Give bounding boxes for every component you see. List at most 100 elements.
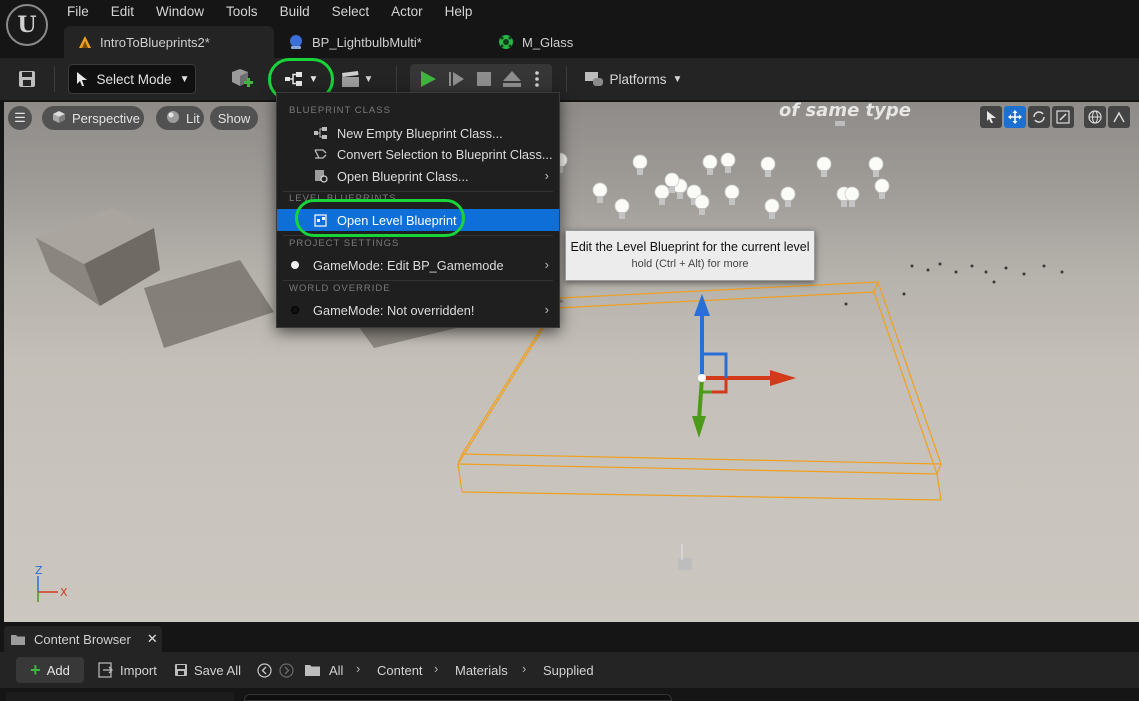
perspective-dropdown[interactable]: Perspective <box>42 106 144 130</box>
clapperboard-icon <box>341 71 359 87</box>
toolbar-divider <box>396 66 397 92</box>
material-icon <box>499 35 513 49</box>
tab-bp-lightbulbmulti[interactable]: BP_LightbulbMulti* <box>274 26 484 58</box>
surface-snapping-button[interactable] <box>1108 106 1130 128</box>
breadcrumb-all[interactable]: All <box>329 657 343 683</box>
save-all-label: Save All <box>194 662 241 678</box>
menu-help[interactable]: Help <box>434 0 484 24</box>
cursor-icon <box>76 72 87 86</box>
world-local-toggle[interactable] <box>1084 106 1106 128</box>
toolbar-divider <box>566 66 567 92</box>
menu-build[interactable]: Build <box>269 0 321 24</box>
search-input[interactable] <box>244 694 672 701</box>
viewport-options-button[interactable]: ☰ <box>8 106 32 130</box>
breadcrumb-materials[interactable]: Materials <box>455 657 508 683</box>
cursor-icon <box>987 111 996 123</box>
menu-select[interactable]: Select <box>321 0 381 24</box>
save-icon <box>175 664 187 676</box>
select-mode-dropdown[interactable]: Select Mode ▼ <box>68 64 196 94</box>
menu-item-convert-selection[interactable]: Convert Selection to Blueprint Class... <box>277 143 559 165</box>
menu-actor[interactable]: Actor <box>380 0 434 24</box>
platforms-label: Platforms <box>609 71 667 87</box>
platforms-dropdown[interactable]: Platforms ▼ <box>578 64 688 94</box>
lightbulb <box>702 154 718 175</box>
unreal-logo-icon[interactable]: U <box>6 4 48 46</box>
blueprint-icon <box>290 35 302 49</box>
tab-m-glass[interactable]: M_Glass <box>484 26 587 58</box>
history-forward-button[interactable] <box>279 657 294 683</box>
tooltip-title: Edit the Level Blueprint for the current… <box>570 240 810 254</box>
close-icon[interactable]: ✕ <box>147 631 158 647</box>
lightbulb <box>844 186 860 207</box>
open-blueprint-icon <box>313 168 329 184</box>
lit-dropdown[interactable]: Lit <box>156 106 204 130</box>
menu-item-open-blueprint-class[interactable]: Open Blueprint Class... › <box>277 165 559 187</box>
level-viewport[interactable]: Z X ☰ Perspective Lit Show of same type <box>4 102 1139 622</box>
select-tool-button[interactable] <box>980 106 1002 128</box>
tab-label: M_Glass <box>522 34 574 50</box>
add-button[interactable]: + Add <box>16 657 84 683</box>
history-back-button[interactable] <box>257 657 272 683</box>
breadcrumb-content[interactable]: Content <box>377 657 423 683</box>
transform-tools <box>980 106 1130 130</box>
svg-text:X: X <box>60 586 68 599</box>
section-project-settings: PROJECT SETTINGS <box>289 238 400 249</box>
main-toolbar: Select Mode ▼ ▼ ▼ Platforms ▼ <box>0 58 1139 101</box>
more-options-icon[interactable] <box>534 69 540 92</box>
translate-tool-button[interactable] <box>1004 106 1026 128</box>
tab-introtoblueprints2[interactable]: IntroToBlueprints2* <box>64 26 274 58</box>
scene-note-text: of same type <box>779 102 911 121</box>
svg-text:Z: Z <box>35 564 43 577</box>
lightbulb <box>868 156 884 177</box>
menu-item-open-level-blueprint[interactable]: Open Level Blueprint <box>277 209 559 231</box>
rotate-tool-button[interactable] <box>1028 106 1050 128</box>
chevron-down-icon: ▼ <box>363 73 374 85</box>
lightbulb <box>724 184 740 205</box>
bullet-icon <box>291 306 299 314</box>
lightbulb <box>614 198 630 219</box>
play-icon[interactable] <box>418 69 438 92</box>
cinematics-button[interactable]: ▼ <box>336 64 378 94</box>
menu-item-new-empty-blueprint[interactable]: New Empty Blueprint Class... <box>277 122 559 144</box>
perspective-label: Perspective <box>72 110 140 126</box>
menu-edit[interactable]: Edit <box>100 0 145 24</box>
lightbulb <box>694 194 710 215</box>
stop-icon[interactable] <box>476 71 492 90</box>
save-button[interactable] <box>14 64 40 94</box>
globe-icon <box>1088 110 1102 124</box>
add-actor-button[interactable] <box>224 64 260 94</box>
show-dropdown[interactable]: Show <box>210 106 258 130</box>
menu-file[interactable]: File <box>56 0 100 24</box>
menu-divider <box>283 280 553 281</box>
import-label: Import <box>120 662 157 678</box>
title-bar: U File Edit Window Tools Build Select Ac… <box>0 0 1139 58</box>
advance-frame-icon[interactable] <box>448 70 466 91</box>
import-button[interactable]: Import <box>98 657 157 683</box>
tooltip-hint: hold (Ctrl + Alt) for more <box>631 258 749 270</box>
level-icon <box>79 36 91 48</box>
save-all-button[interactable]: Save All <box>174 657 241 683</box>
tab-label: IntroToBlueprints2* <box>100 34 210 50</box>
eject-icon[interactable] <box>502 70 522 91</box>
menu-window[interactable]: Window <box>145 0 215 24</box>
plus-icon: + <box>30 660 41 680</box>
tab-label: Content Browser <box>34 631 131 647</box>
lightbulb-group <box>552 152 890 219</box>
submenu-arrow-icon: › <box>544 257 549 272</box>
tab-content-browser[interactable]: Content Browser ✕ <box>4 626 162 652</box>
menu-divider <box>283 191 553 192</box>
play-controls <box>410 64 552 94</box>
menu-item-gamemode-edit[interactable]: GameMode: Edit BP_Gamemode › <box>277 254 559 276</box>
forward-arrow-icon <box>279 662 294 678</box>
breadcrumb-supplied[interactable]: Supplied <box>543 657 594 683</box>
show-label: Show <box>217 110 251 126</box>
breadcrumb-separator-icon: › <box>434 661 439 676</box>
submenu-arrow-icon: › <box>544 302 549 317</box>
save-icon <box>19 71 35 87</box>
blueprint-menu-button[interactable]: ▼ <box>276 64 326 94</box>
scale-tool-button[interactable] <box>1052 106 1074 128</box>
path-folder-button[interactable] <box>304 657 321 683</box>
menu-tools[interactable]: Tools <box>215 0 269 24</box>
menu-item-gamemode-not-overridden[interactable]: GameMode: Not overridden! › <box>277 299 559 321</box>
add-label: Add <box>46 662 70 678</box>
